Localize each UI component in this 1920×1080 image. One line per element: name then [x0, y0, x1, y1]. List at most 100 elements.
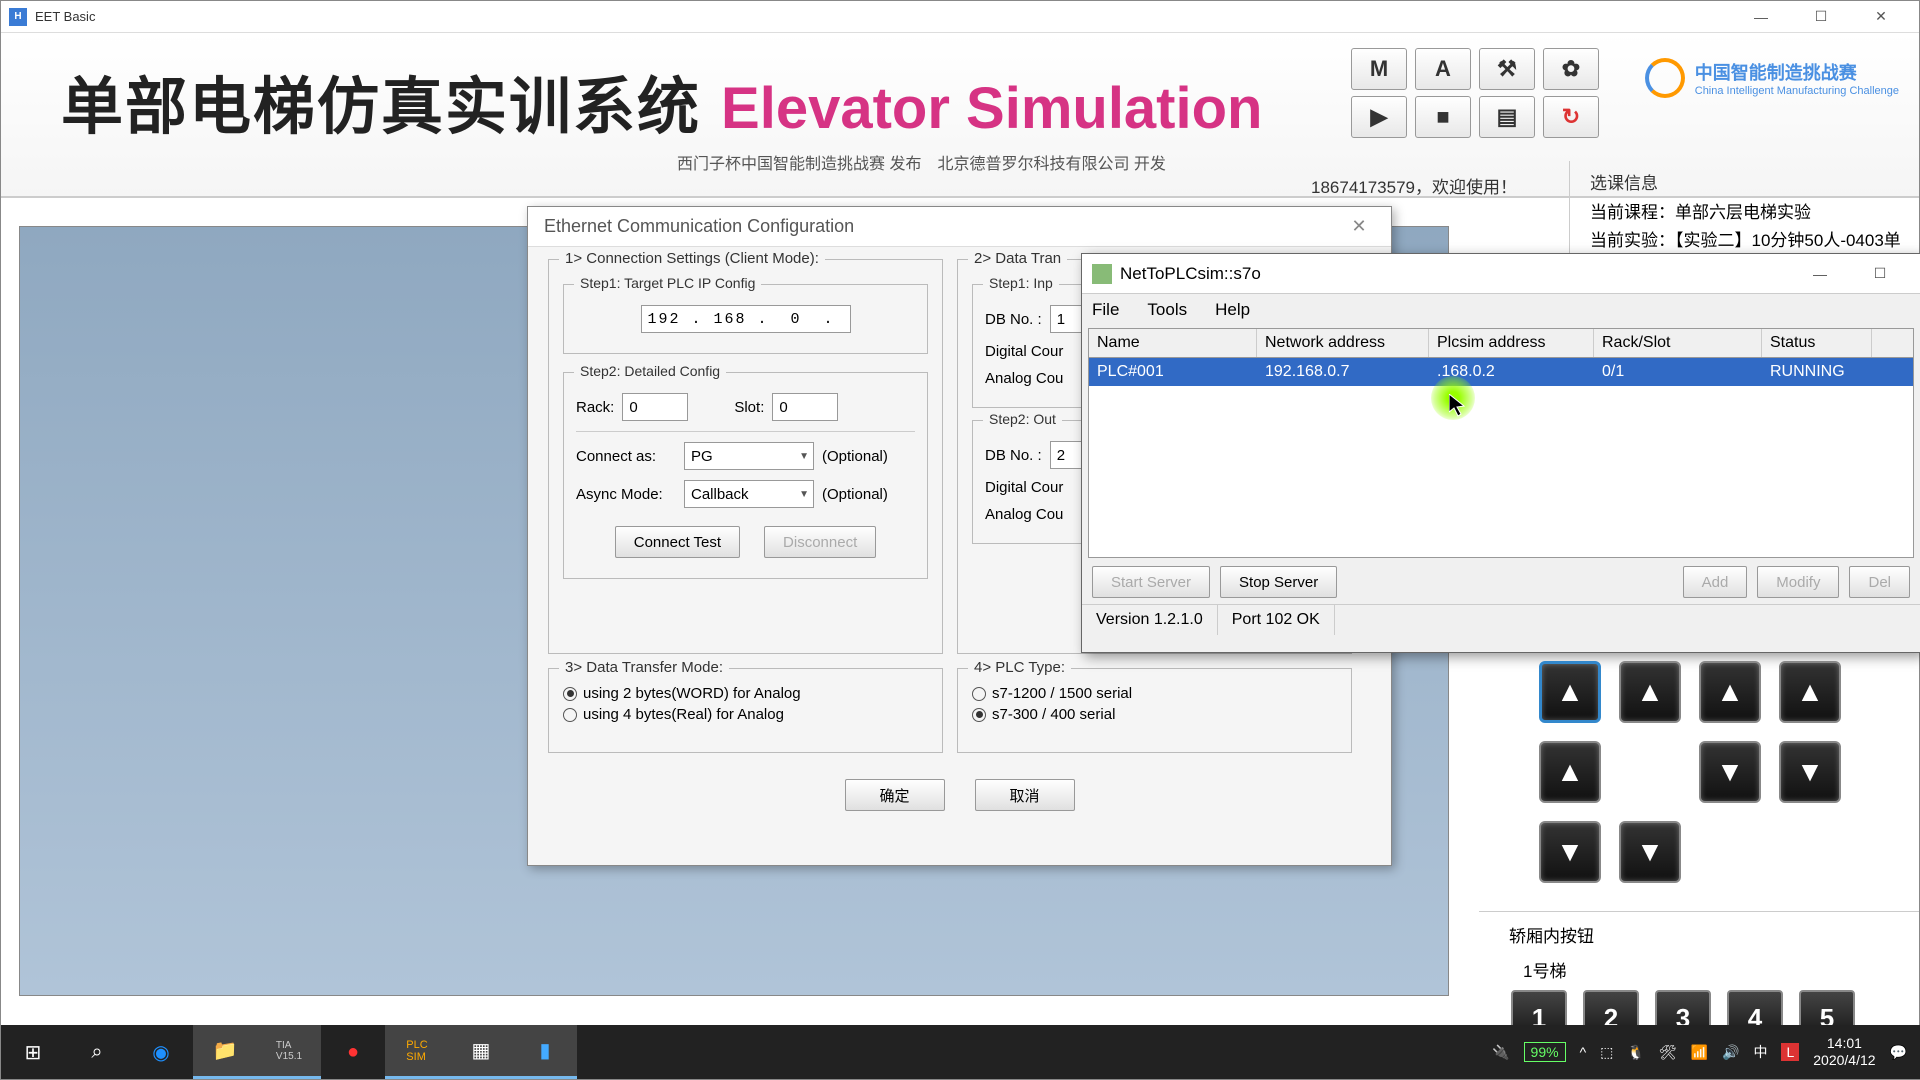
down-button[interactable]: ▼	[1779, 741, 1841, 803]
taskbar[interactable]: ⊞ ⌕ ◉ 📁 TIAV15.1 ● PLCSIM ▦ ▮ 🔌 99% ^ ⬚ …	[1, 1025, 1920, 1079]
down-button[interactable]: ▼	[1539, 821, 1601, 883]
down-arrow-icon: ▼	[1636, 836, 1664, 868]
mode-m-button[interactable]: M	[1351, 48, 1407, 90]
date: 2020/4/12	[1813, 1052, 1875, 1069]
dlg2-maximize[interactable]: ☐	[1850, 260, 1910, 288]
tray-l-icon[interactable]: L	[1781, 1043, 1799, 1061]
async-mode-combo[interactable]: Callback	[684, 480, 814, 508]
server-grid[interactable]: Name Network address Plcsim address Rack…	[1088, 328, 1914, 558]
radio-2bytes[interactable]: using 2 bytes(WORD) for Analog	[563, 685, 928, 702]
logo-subtext: China Intelligent Manufacturing Challeng…	[1695, 85, 1899, 97]
cancel-button[interactable]: 取消	[975, 779, 1075, 811]
maximize-button[interactable]: ☐	[1791, 3, 1851, 31]
power-icon[interactable]: 🔌	[1492, 1044, 1509, 1061]
col-network[interactable]: Network address	[1257, 329, 1429, 357]
up-button[interactable]: ▲	[1539, 741, 1601, 803]
col-name[interactable]: Name	[1089, 329, 1257, 357]
up-button[interactable]: ▲	[1779, 661, 1841, 723]
up-button[interactable]: ▲	[1699, 661, 1761, 723]
radio-s7-300[interactable]: s7-300 / 400 serial	[972, 706, 1337, 723]
radio-dot-icon	[563, 708, 577, 722]
start-server-button[interactable]: Start Server	[1092, 566, 1210, 598]
modify-button[interactable]: Modify	[1757, 566, 1839, 598]
dialog-titlebar[interactable]: Ethernet Communication Configuration ✕	[528, 207, 1391, 247]
tray-up-icon[interactable]: ^	[1580, 1044, 1587, 1060]
side-panel: ▲ ▲ ▲ ▲ ▲ ▼ ▼ ▼ ▼ 轿厢内按钮 1号梯 1 2 3 4 5	[1479, 651, 1919, 1056]
banner-title-en: Elevator Simulation	[721, 75, 1262, 142]
cabin-title: 轿厢内按钮	[1509, 922, 1909, 947]
dlg2-titlebar[interactable]: NetToPLCsim::s7o — ☐	[1082, 254, 1920, 294]
settings-button[interactable]: ✿	[1543, 48, 1599, 90]
notifications-icon[interactable]: 💬	[1890, 1044, 1907, 1061]
volume-icon[interactable]: 🔊	[1722, 1044, 1739, 1061]
down-button[interactable]: ▼	[1699, 741, 1761, 803]
output-step-legend: Step2: Out	[983, 411, 1062, 427]
optional-1: (Optional)	[822, 448, 888, 465]
radio-4bytes[interactable]: using 4 bytes(Real) for Analog	[563, 706, 928, 723]
up-arrow-icon: ▲	[1716, 676, 1744, 708]
clock[interactable]: 14:01 2020/4/12	[1813, 1035, 1875, 1069]
menubar: File Tools Help	[1082, 294, 1920, 326]
cell-rackslot: 0/1	[1594, 358, 1762, 386]
dlg2-minimize[interactable]: —	[1790, 260, 1850, 288]
up-arrow-icon: ▲	[1556, 676, 1584, 708]
table-row[interactable]: PLC#001 192.168.0.7 .168.0.2 0/1 RUNNING	[1089, 358, 1913, 386]
col-status[interactable]: Status	[1762, 329, 1872, 357]
tool-icon[interactable]: 🛠	[1659, 1044, 1677, 1061]
digital-count-label-1: Digital Cour	[985, 343, 1063, 360]
ok-button[interactable]: 确定	[845, 779, 945, 811]
input-step-legend: Step1: Inp	[983, 275, 1059, 291]
task-nettoplc[interactable]: ▦	[449, 1025, 513, 1079]
task-cortana[interactable]: ◉	[129, 1025, 193, 1079]
connect-test-button[interactable]: Connect Test	[615, 526, 740, 558]
system-tray: 🔌 99% ^ ⬚ 🐧 🛠 📶 🔊 中 L 14:01 2020/4/12 💬	[1492, 1035, 1920, 1069]
down-arrow-icon: ▼	[1796, 756, 1824, 788]
stop-server-button[interactable]: Stop Server	[1220, 566, 1337, 598]
tree-button[interactable]: ⚒	[1479, 48, 1535, 90]
play-button[interactable]: ▶	[1351, 96, 1407, 138]
tray-app-icon[interactable]: 🐧	[1627, 1044, 1644, 1061]
menu-help[interactable]: Help	[1215, 300, 1250, 320]
analog-count-label-2: Analog Cou	[985, 506, 1063, 523]
task-record[interactable]: ●	[321, 1025, 385, 1079]
close-button[interactable]: ✕	[1851, 3, 1911, 31]
col-plcsim[interactable]: Plcsim address	[1429, 329, 1594, 357]
slot-input[interactable]	[772, 393, 838, 421]
battery-indicator[interactable]: 99%	[1524, 1042, 1566, 1062]
dialog-close-button[interactable]: ✕	[1343, 211, 1375, 243]
up-button-boxed[interactable]: ▲	[1539, 661, 1601, 723]
up-button[interactable]: ▲	[1619, 661, 1681, 723]
hierarchy-icon: ⚒	[1497, 56, 1517, 82]
radio-s7-1200[interactable]: s7-1200 / 1500 serial	[972, 685, 1337, 702]
stop-button[interactable]: ■	[1415, 96, 1471, 138]
col-rackslot[interactable]: Rack/Slot	[1594, 329, 1762, 357]
dlg2-title: NetToPLCsim::s7o	[1120, 264, 1790, 284]
async-mode-label: Async Mode:	[576, 486, 676, 503]
add-button[interactable]: Add	[1683, 566, 1748, 598]
start-button[interactable]: ⊞	[1, 1025, 65, 1079]
task-tia[interactable]: TIAV15.1	[257, 1025, 321, 1079]
ime-indicator[interactable]: 中	[1753, 1042, 1767, 1062]
down-button[interactable]: ▼	[1619, 821, 1681, 883]
menu-tools[interactable]: Tools	[1147, 300, 1187, 320]
connect-as-combo[interactable]: PG	[684, 442, 814, 470]
dialog-title: Ethernet Communication Configuration	[544, 216, 854, 237]
task-eet[interactable]: ▮	[513, 1025, 577, 1079]
rack-input[interactable]	[622, 393, 688, 421]
wifi-icon[interactable]: 📶	[1691, 1044, 1708, 1061]
task-plcsim[interactable]: PLCSIM	[385, 1025, 449, 1079]
radio-dot-icon	[972, 708, 986, 722]
minimize-button[interactable]: —	[1731, 3, 1791, 31]
search-button[interactable]: ⌕	[65, 1025, 129, 1079]
contacts-button[interactable]: ▤	[1479, 96, 1535, 138]
menu-file[interactable]: File	[1092, 300, 1119, 320]
disconnect-button[interactable]: Disconnect	[764, 526, 876, 558]
task-explorer[interactable]: 📁	[193, 1025, 257, 1079]
mode-a-button[interactable]: A	[1415, 48, 1471, 90]
port-label: Port 102 OK	[1218, 605, 1335, 635]
ip-input[interactable]	[641, 305, 851, 333]
usb-icon[interactable]: ⬚	[1600, 1044, 1613, 1061]
refresh-button[interactable]: ↻	[1543, 96, 1599, 138]
delete-button[interactable]: Del	[1849, 566, 1910, 598]
cell-status: RUNNING	[1762, 358, 1872, 386]
